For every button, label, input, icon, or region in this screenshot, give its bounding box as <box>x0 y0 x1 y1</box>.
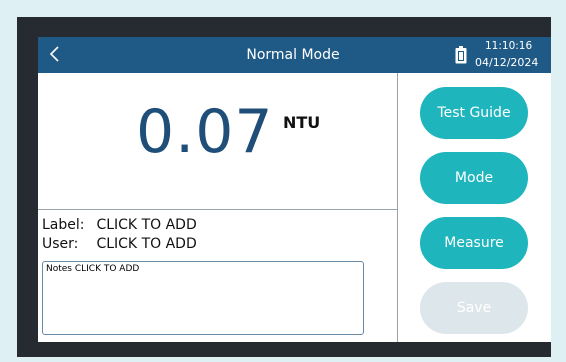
device-screen: Normal Mode 11:10:16 04/12/2024 0.07 NTU… <box>38 37 551 342</box>
main-panel: 0.07 NTU Label: CLICK TO ADD User: CLICK… <box>38 73 397 342</box>
notes-field[interactable]: Notes CLICK TO ADD <box>42 261 364 335</box>
user-key: User: <box>42 236 79 252</box>
clock-date: 04/12/2024 <box>475 56 539 69</box>
page-title: Normal Mode <box>246 47 340 63</box>
battery-icon <box>455 46 467 64</box>
user-value[interactable]: CLICK TO ADD <box>96 236 196 252</box>
label-key: Label: <box>42 217 85 233</box>
clock-time: 11:10:16 <box>485 40 533 52</box>
label-row[interactable]: Label: CLICK TO ADD <box>42 217 197 233</box>
back-button[interactable] <box>44 40 66 68</box>
reading-value: 0.07 <box>136 97 274 167</box>
header-bar: Normal Mode 11:10:16 04/12/2024 <box>38 37 551 73</box>
reading-display: 0.07 NTU <box>38 73 397 210</box>
user-row[interactable]: User: CLICK TO ADD <box>42 236 197 252</box>
save-button[interactable]: Save <box>420 282 528 334</box>
mode-button[interactable]: Mode <box>420 152 528 204</box>
reading-unit: NTU <box>283 113 321 132</box>
chevron-left-icon <box>49 46 59 62</box>
measure-button[interactable]: Measure <box>420 217 528 269</box>
label-value[interactable]: CLICK TO ADD <box>96 217 196 233</box>
panel-divider <box>397 73 398 342</box>
test-guide-button[interactable]: Test Guide <box>420 87 528 139</box>
